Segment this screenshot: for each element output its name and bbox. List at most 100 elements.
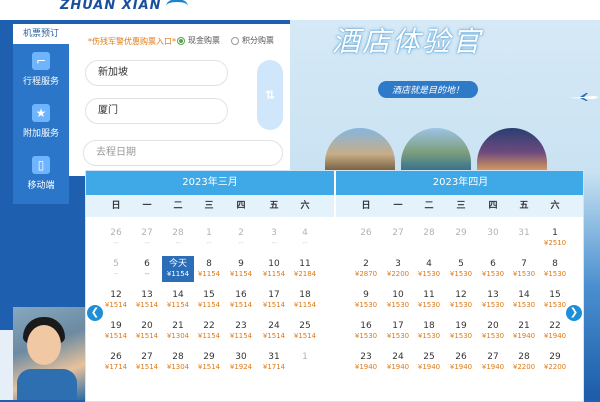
day-price: ¥1514 [293, 332, 317, 340]
day-price: ¥1304 [166, 363, 190, 371]
day-cell[interactable]: 2 ¥2870 [350, 256, 382, 282]
to-city-input[interactable]: 厦门 [85, 98, 228, 124]
day-cell[interactable]: 11 ¥2184 [289, 256, 321, 282]
day-cell[interactable]: 26 ¥1714 [100, 349, 132, 375]
radio-points[interactable]: 积分购票 [231, 35, 274, 46]
day-cell[interactable]: 18 ¥1530 [413, 318, 445, 344]
day-number: 23 [235, 321, 247, 331]
day-cell[interactable]: 23 ¥1154 [225, 318, 257, 344]
day-price: ¥1714 [104, 363, 128, 371]
brand-logo[interactable]: ZHUAN XIAN [60, 0, 188, 13]
day-cell[interactable]: 15 ¥1154 [193, 287, 225, 313]
day-number: 9 [363, 290, 369, 300]
day-cell[interactable]: 8 ¥1530 [539, 256, 571, 282]
day-number: 29 [203, 352, 215, 362]
nav-item-trip-service[interactable]: ⌐ 行程服务 [13, 44, 69, 96]
coupon-link[interactable]: *伤残军警优惠购票入口* [88, 36, 176, 47]
day-number: 26 [360, 228, 372, 238]
day-cell[interactable]: 9 ¥1154 [225, 256, 257, 282]
day-cell[interactable]: 25 ¥1514 [289, 318, 321, 344]
day-cell[interactable]: 1 ¥2510 [539, 225, 571, 251]
day-cell[interactable]: 21 ¥1940 [508, 318, 540, 344]
day-cell[interactable]: 10 ¥1154 [258, 256, 290, 282]
departure-date-input[interactable]: 去程日期 [83, 140, 283, 166]
day-cell[interactable]: 8 ¥1154 [193, 256, 225, 282]
day-cell[interactable]: 28 ¥2200 [508, 349, 540, 375]
day-price: ¥2200 [512, 363, 536, 371]
day-cell[interactable]: 19 ¥1514 [100, 318, 132, 344]
day-cell[interactable]: 25 ¥1940 [413, 349, 445, 375]
day-cell[interactable]: 9 ¥1530 [350, 287, 382, 313]
day-number: 3 [395, 259, 401, 269]
day-cell[interactable]: 27 ¥1940 [477, 349, 509, 375]
day-cell[interactable]: 7 ¥1530 [508, 256, 540, 282]
radio-unchecked-icon [231, 36, 239, 45]
nav-item-extra-service[interactable]: ★ 附加服务 [13, 96, 69, 148]
day-cell[interactable]: 12 ¥1514 [100, 287, 132, 313]
day-number: 2 [363, 259, 369, 269]
day-cell[interactable]: 24 ¥1514 [258, 318, 290, 344]
day-cell[interactable]: 13 ¥1530 [477, 287, 509, 313]
day-price: ¥1154 [166, 270, 190, 278]
day-price: ¥1940 [543, 332, 567, 340]
day-cell[interactable]: 22 ¥1940 [539, 318, 571, 344]
day-price: ¥1940 [481, 363, 505, 371]
from-city-input[interactable]: 新加坡 [85, 60, 228, 86]
day-cell[interactable]: 18 ¥1154 [289, 287, 321, 313]
top-bar: ZHUAN XIAN [0, 0, 600, 20]
day-cell[interactable]: 21 ¥1304 [162, 318, 194, 344]
day-cell[interactable]: 12 ¥1530 [445, 287, 477, 313]
day-cell[interactable]: 6 -- [131, 256, 163, 282]
day-cell[interactable]: 29 ¥2200 [539, 349, 571, 375]
day-cell[interactable]: 20 ¥1530 [477, 318, 509, 344]
day-cell[interactable]: 17 ¥1530 [382, 318, 414, 344]
radio-cash[interactable]: 现金购票 [177, 35, 220, 46]
radio-checked-icon [177, 36, 185, 45]
day-number: 5 [113, 259, 119, 269]
day-price: ¥1514 [262, 301, 286, 309]
day-cell[interactable]: 22 ¥1154 [193, 318, 225, 344]
day-cell[interactable]: 24 ¥1940 [382, 349, 414, 375]
day-cell[interactable]: 10 ¥1530 [382, 287, 414, 313]
prev-month-button[interactable]: ❮ [87, 305, 103, 321]
day-cell[interactable]: 23 ¥1940 [350, 349, 382, 375]
day-cell[interactable]: 20 ¥1514 [131, 318, 163, 344]
side-nav: 机票预订 ⌐ 行程服务 ★ 附加服务 ▯ 移动端 [13, 24, 69, 204]
nav-item-mobile[interactable]: ▯ 移动端 [13, 148, 69, 200]
day-cell[interactable]: 27 ¥1514 [131, 349, 163, 375]
day-cell[interactable]: 6 ¥1530 [477, 256, 509, 282]
weekday-label: 一 [142, 201, 152, 211]
nav-tab-flight-booking[interactable]: 机票预订 [13, 24, 69, 44]
day-cell[interactable]: 13 ¥1514 [131, 287, 163, 313]
day-number: 28 [423, 228, 435, 238]
day-price: ¥1154 [229, 332, 253, 340]
day-number: 31 [518, 228, 530, 238]
day-cell[interactable]: 26 ¥1940 [445, 349, 477, 375]
day-cell-today[interactable]: 今天 ¥1154 [162, 256, 194, 282]
day-cell[interactable]: 4 ¥1530 [413, 256, 445, 282]
day-number: 21 [518, 321, 530, 331]
day-cell[interactable]: 17 ¥1514 [258, 287, 290, 313]
day-number: 22 [549, 321, 561, 331]
day-cell[interactable]: 19 ¥1530 [445, 318, 477, 344]
day-cell[interactable]: 30 ¥1924 [225, 349, 257, 375]
day-cell[interactable]: 3 ¥2200 [382, 256, 414, 282]
next-month-button[interactable]: ❯ [566, 305, 582, 321]
day-cell[interactable]: 14 ¥1530 [508, 287, 540, 313]
day-cell[interactable]: 16 ¥1530 [350, 318, 382, 344]
day-cell[interactable]: 28 ¥1304 [162, 349, 194, 375]
weekday-label: 五 [269, 201, 279, 211]
day-price: -- [113, 270, 119, 278]
day-price: ¥1530 [449, 270, 473, 278]
day-number: 8 [206, 259, 212, 269]
day-number: 7 [521, 259, 527, 269]
day-cell[interactable]: 31 ¥1714 [258, 349, 290, 375]
day-cell[interactable]: 29 ¥1514 [193, 349, 225, 375]
day-cell[interactable]: 5 ¥1530 [445, 256, 477, 282]
weekday-label: 三 [456, 201, 466, 211]
day-price: ¥1530 [417, 332, 441, 340]
swap-cities-button[interactable]: ⇅ [257, 60, 283, 130]
day-cell[interactable]: 16 ¥1514 [225, 287, 257, 313]
day-cell[interactable]: 14 ¥1154 [162, 287, 194, 313]
day-cell[interactable]: 11 ¥1530 [413, 287, 445, 313]
